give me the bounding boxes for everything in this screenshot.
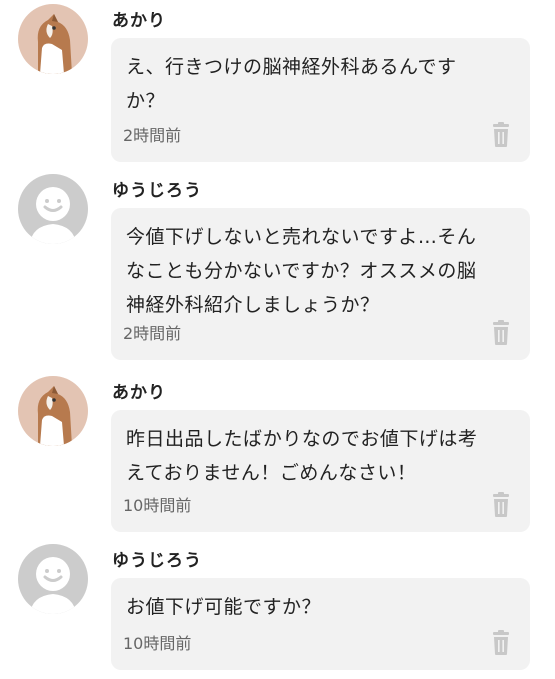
comment-bubble: 今値下げしないと売れないですよ…そんなことも分かないですか？オススメの脳神経外科… [111, 208, 530, 360]
comment-bubble: え、行きつけの脳神経外科あるんですか？ 2時間前 [111, 38, 530, 162]
timestamp: 2時間前 [123, 126, 182, 145]
username: ゆうじろう [112, 181, 202, 201]
username: ゆうじろう [112, 551, 202, 571]
default-smiley-avatar-icon[interactable] [18, 544, 88, 614]
comment-bubble: 昨日出品したばかりなのでお値下げは考えておりません！ごめんなさい！ 10時間前 [111, 410, 530, 532]
cat-avatar-icon[interactable] [18, 4, 88, 74]
timestamp: 10時間前 [123, 634, 192, 653]
comment-text: 今値下げしないと売れないですよ…そんなことも分かないですか？オススメの脳神経外科… [126, 226, 477, 316]
trash-icon[interactable] [490, 122, 512, 148]
comment-thread: あかり え、行きつけの脳神経外科あるんですか？ 2時間前 ゆうじろう 今値下げし… [0, 0, 555, 679]
timestamp: 10時間前 [123, 496, 192, 515]
trash-icon[interactable] [490, 492, 512, 518]
default-smiley-avatar-icon[interactable] [18, 174, 88, 244]
cat-avatar-icon[interactable] [18, 376, 88, 446]
comment-text: お値下げ可能ですか？ [126, 596, 322, 618]
trash-icon[interactable] [490, 320, 512, 346]
comment-text: 昨日出品したばかりなのでお値下げは考えておりません！ごめんなさい！ [126, 428, 478, 484]
comment-bubble: お値下げ可能ですか？ 10時間前 [111, 578, 530, 670]
timestamp: 2時間前 [123, 324, 182, 343]
comment-text: え、行きつけの脳神経外科あるんですか？ [126, 56, 457, 112]
trash-icon[interactable] [490, 630, 512, 656]
username: あかり [112, 383, 166, 403]
username: あかり [112, 11, 166, 31]
